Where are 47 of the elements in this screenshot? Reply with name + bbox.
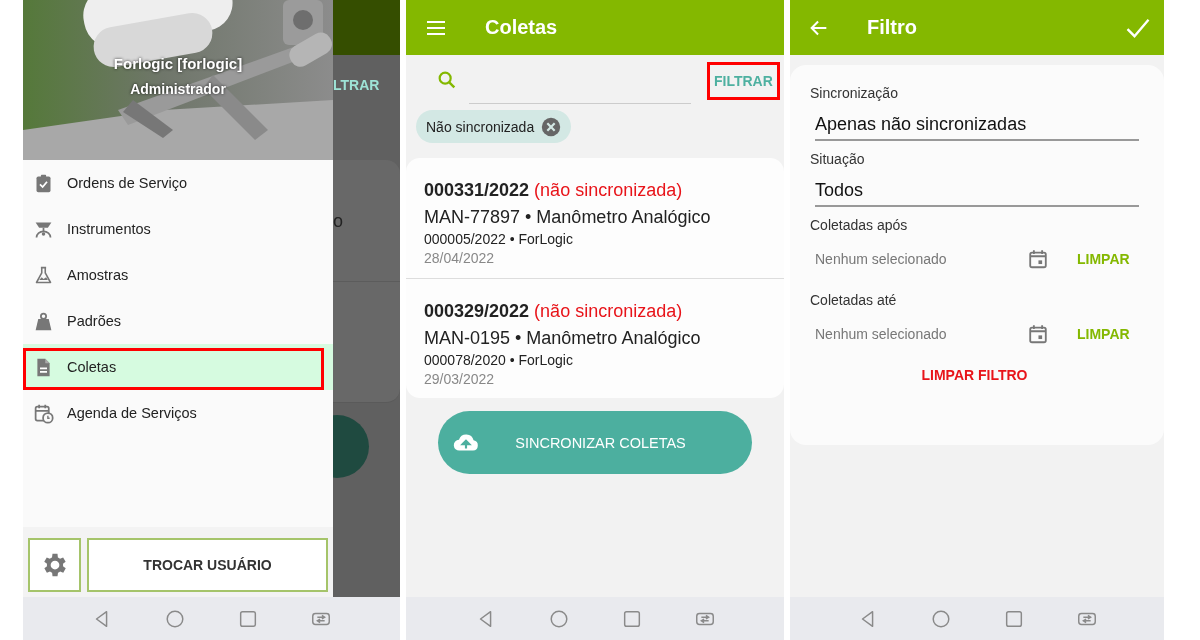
dropdown-field[interactable]: Apenas não sincronizadas bbox=[815, 111, 1139, 141]
switch-user-button[interactable]: TROCAR USUÁRIO bbox=[87, 538, 328, 592]
record-detail: 000078/2020 • ForLogic bbox=[424, 352, 574, 368]
filter-chip[interactable]: Não sincronizada bbox=[416, 110, 572, 143]
screen-title: Filtro bbox=[867, 16, 918, 39]
flask-icon bbox=[33, 264, 54, 286]
menu-label: Agenda de Serviços bbox=[67, 405, 197, 421]
field-label: Situação bbox=[810, 151, 866, 169]
record-number: 000329/2022 bbox=[424, 301, 530, 323]
close-icon[interactable] bbox=[540, 115, 563, 138]
settings-button[interactable] bbox=[28, 538, 81, 592]
field-label: Coletadas até bbox=[810, 292, 898, 310]
menu-label: Amostras bbox=[67, 267, 129, 283]
user-role: Administrador bbox=[130, 81, 226, 97]
clear-filter-button[interactable]: LIMPAR FILTRO bbox=[921, 367, 1028, 383]
dropdown-field[interactable]: Todos bbox=[815, 177, 1139, 207]
menu-item[interactable]: Instrumentos bbox=[23, 206, 333, 252]
menu-label: Coletas bbox=[67, 359, 117, 375]
menu-item[interactable]: Ordens de Serviço bbox=[23, 160, 333, 206]
search-icon bbox=[436, 69, 458, 91]
record-date: 28/04/2022 bbox=[424, 250, 496, 266]
weight-icon bbox=[33, 310, 54, 332]
instrument-name: MAN-0195 • Manômetro Analógico bbox=[424, 328, 702, 349]
menu-item[interactable]: Padrões bbox=[23, 298, 333, 344]
calendar-clock-icon bbox=[33, 402, 54, 424]
screen-title: Coletas bbox=[485, 16, 558, 39]
menu-item[interactable]: Amostras bbox=[23, 252, 333, 298]
menu-label: Ordens de Serviço bbox=[67, 175, 188, 191]
menu-label: Padrões bbox=[67, 313, 121, 329]
sync-status: (não sincronizada) bbox=[534, 180, 683, 202]
date-field[interactable]: Nenhum selecionado bbox=[815, 326, 1015, 342]
calendar-icon[interactable] bbox=[1027, 248, 1049, 270]
date-field[interactable]: Nenhum selecionado bbox=[815, 251, 1015, 267]
menu-label: Instrumentos bbox=[67, 221, 151, 237]
menu-item[interactable]: Coletas bbox=[23, 344, 333, 390]
list-text: o bbox=[333, 211, 343, 232]
sync-status: (não sincronizada) bbox=[534, 301, 683, 323]
field-label: Sincronização bbox=[810, 85, 899, 103]
chip-label: Não sincronizada bbox=[426, 118, 535, 135]
record-date: 29/03/2022 bbox=[424, 371, 496, 387]
record-detail: 000005/2022 • ForLogic bbox=[424, 231, 574, 247]
calendar-icon[interactable] bbox=[1027, 323, 1049, 345]
menu-item[interactable]: Agenda de Serviços bbox=[23, 390, 333, 436]
instrument-name: MAN-77897 • Manômetro Analógico bbox=[424, 207, 712, 228]
record-number: 000331/2022 bbox=[424, 180, 530, 202]
filter-button[interactable]: LTRAR bbox=[333, 77, 380, 93]
field-label: Coletadas após bbox=[810, 217, 909, 235]
